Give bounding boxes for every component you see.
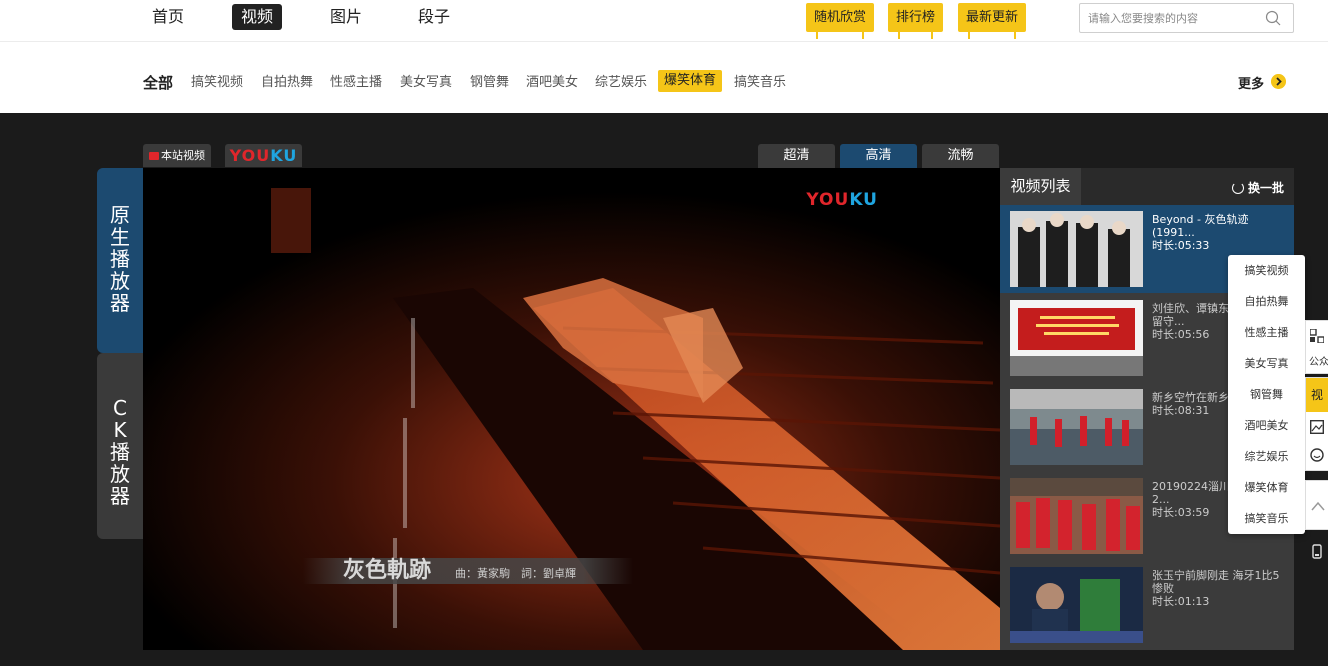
category-item[interactable]: 自拍热舞: [255, 72, 319, 94]
float-video-button[interactable]: 视: [1306, 378, 1328, 412]
tab-quality-hd[interactable]: 高清: [840, 144, 917, 168]
video-info: Beyond - 灰色轨迹 (1991... 时长:05:33: [1152, 213, 1288, 252]
qr-label: 公众: [1309, 357, 1328, 368]
nav-video[interactable]: 视频: [232, 4, 283, 30]
category-item-active[interactable]: 爆笑体育: [658, 70, 723, 92]
dropdown-item[interactable]: 钢管舞: [1228, 379, 1305, 410]
nav-home[interactable]: 首页: [143, 4, 193, 30]
image-icon[interactable]: [1310, 420, 1324, 434]
subtitle-title: 灰色軌跡: [343, 558, 432, 583]
category-item[interactable]: 搞笑音乐: [728, 72, 792, 94]
back-to-top-button[interactable]: [1305, 480, 1328, 530]
dropdown-item[interactable]: 搞笑音乐: [1228, 503, 1305, 534]
category-bar: 全部 搞笑视频 自拍热舞 性感主播 美女写真 钢管舞 酒吧美女 综艺娱乐 爆笑体…: [0, 42, 1328, 113]
latest-button[interactable]: 最新更新: [958, 3, 1027, 39]
chevron-up-icon: [1311, 501, 1325, 511]
category-item[interactable]: 综艺娱乐: [589, 72, 653, 94]
refresh-icon: [1231, 182, 1244, 194]
youku-logo: YOU: [229, 146, 271, 165]
category-item[interactable]: 搞笑视频: [185, 72, 249, 94]
video-thumbnail: [1010, 478, 1143, 554]
ranking-button[interactable]: 排行榜: [888, 3, 944, 39]
native-player-label: 原生播放器: [110, 203, 130, 315]
random-button[interactable]: 随机欣赏: [806, 3, 875, 39]
search-box: [1079, 3, 1294, 33]
float-qr-button[interactable]: 公众: [1305, 320, 1328, 374]
tab-local-video[interactable]: 本站视频: [143, 144, 211, 167]
refresh-button[interactable]: 换一批: [1231, 179, 1284, 196]
tab-native-player[interactable]: 原生播放器: [97, 168, 143, 353]
youku-watermark: YOUKU: [806, 190, 878, 210]
tab-local-video-label: 本站视频: [161, 149, 205, 162]
dropdown-item[interactable]: 搞笑视频: [1228, 255, 1305, 286]
refresh-label: 换一批: [1247, 181, 1284, 195]
top-nav: 首页 视频 图片 段子 随机欣赏 排行榜 最新更新: [0, 0, 1328, 42]
playlist-item[interactable]: 张玉宁前脚刚走 海牙1比5惨败 时长:01:13: [1000, 561, 1294, 649]
youku-logo-ku: KU: [270, 146, 298, 165]
dropdown-item[interactable]: 爆笑体育: [1228, 472, 1305, 503]
chevron-right-icon[interactable]: [1271, 74, 1286, 89]
video-info: 张玉宁前脚刚走 海牙1比5惨败 时长:01:13: [1152, 569, 1288, 608]
playlist-header: 视频列表 换一批: [1000, 168, 1294, 205]
category-item[interactable]: 美女写真: [394, 72, 458, 94]
video-thumbnail: [1010, 567, 1143, 643]
nav-jokes[interactable]: 段子: [409, 4, 459, 30]
dropdown-item[interactable]: 酒吧美女: [1228, 410, 1305, 441]
category-item[interactable]: 酒吧美女: [520, 72, 584, 94]
qrcode-icon: [1310, 329, 1324, 343]
tab-youku[interactable]: YOUKU: [225, 144, 302, 167]
video-thumbnail: [1010, 389, 1143, 465]
tab-quality-super[interactable]: 超清: [758, 144, 835, 168]
category-all[interactable]: 全部: [143, 72, 173, 93]
category-item[interactable]: 钢管舞: [464, 72, 515, 94]
video-thumbnail: [1010, 300, 1143, 376]
video-player[interactable]: 灰色軌跡 曲：黃家駒 詞：劉卓輝 YOUKU: [143, 168, 1000, 650]
float-nav-group: 视: [1305, 377, 1328, 471]
smile-icon[interactable]: [1310, 448, 1324, 462]
video-duration: 时长:05:33: [1152, 239, 1210, 252]
video-thumbnail: [1010, 211, 1143, 287]
dropdown-item[interactable]: 性感主播: [1228, 317, 1305, 348]
video-title: Beyond - 灰色轨迹 (1991...: [1152, 213, 1249, 239]
nav-images[interactable]: 图片: [321, 4, 371, 30]
dropdown-item[interactable]: 美女写真: [1228, 348, 1305, 379]
more-link[interactable]: 更多: [1238, 73, 1264, 92]
category-item[interactable]: 性感主播: [324, 72, 388, 94]
video-title: 张玉宁前脚刚走 海牙1比5惨败: [1152, 569, 1280, 595]
ck-player-label: CK播放器: [110, 396, 130, 508]
phone-icon[interactable]: [1311, 544, 1325, 560]
video-duration: 时长:01:13: [1152, 595, 1210, 608]
video-subtitle: 灰色軌跡 曲：黃家駒 詞：劉卓輝: [343, 556, 576, 586]
category-dropdown: 搞笑视频 自拍热舞 性感主播 美女写真 钢管舞 酒吧美女 综艺娱乐 爆笑体育 搞…: [1228, 255, 1305, 534]
playlist-title: 视频列表: [1000, 168, 1081, 205]
dropdown-item[interactable]: 自拍热舞: [1228, 286, 1305, 317]
search-icon[interactable]: [1265, 10, 1281, 26]
subtitle-credits: 曲：黃家駒 詞：劉卓輝: [455, 567, 577, 580]
dropdown-item[interactable]: 综艺娱乐: [1228, 441, 1305, 472]
search-input[interactable]: [1088, 9, 1258, 27]
video-camera-icon: [149, 152, 159, 160]
tab-quality-smooth[interactable]: 流畅: [922, 144, 999, 168]
tab-ck-player[interactable]: CK播放器: [97, 353, 143, 539]
